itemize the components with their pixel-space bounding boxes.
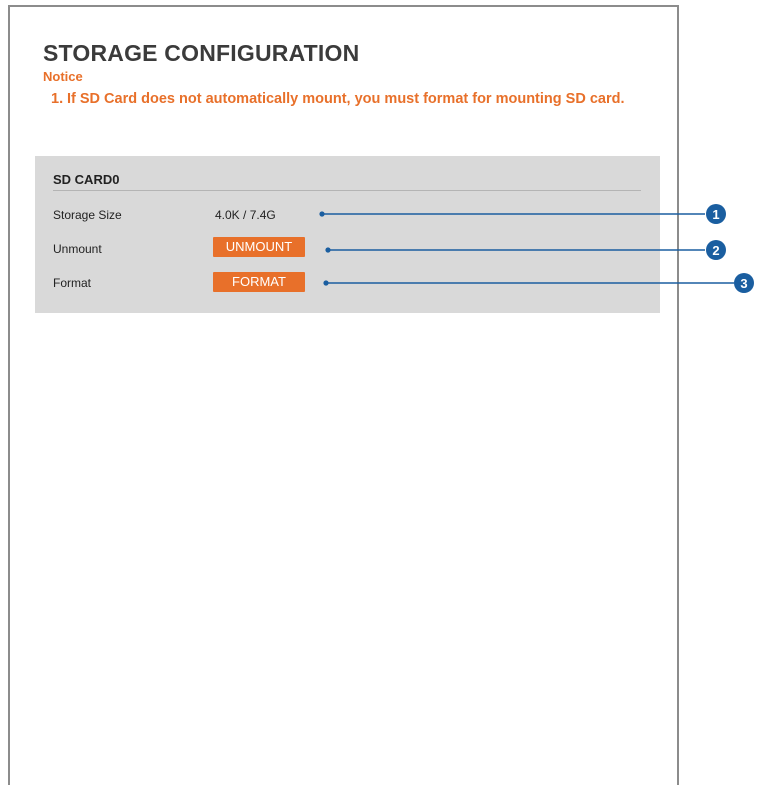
callout-3-dot: [323, 280, 329, 286]
callout-2-dot: [325, 247, 331, 253]
callout-1: 1: [319, 204, 726, 224]
callout-2: 2: [325, 240, 726, 260]
callout-3-number: 3: [740, 276, 747, 291]
callout-overlay: 1 2 3: [319, 204, 754, 293]
callout-1-dot: [319, 211, 325, 217]
callout-1-number: 1: [712, 207, 719, 222]
callout-3: 3: [323, 273, 754, 293]
callout-2-number: 2: [712, 243, 719, 258]
